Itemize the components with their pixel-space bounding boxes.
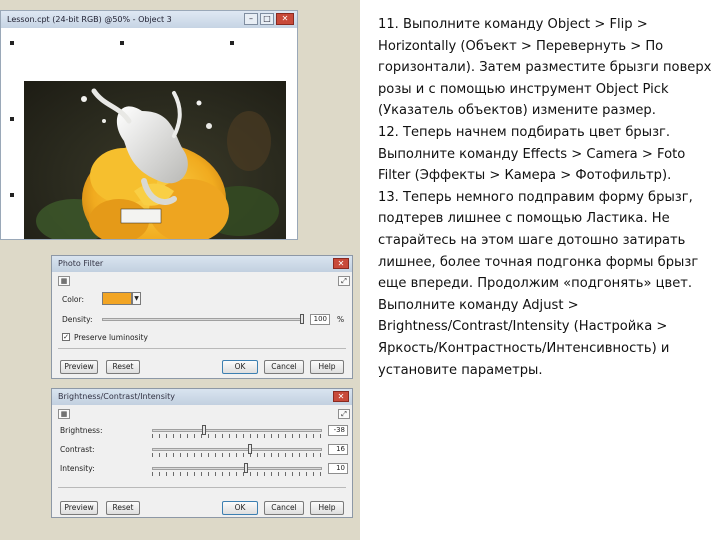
chevron-down-icon[interactable]: ▼ bbox=[132, 292, 141, 305]
help-button[interactable]: Help bbox=[310, 501, 344, 515]
preserve-luminosity-checkbox[interactable]: ✓ bbox=[62, 333, 70, 341]
cancel-button[interactable]: Cancel bbox=[264, 360, 304, 374]
preview-button[interactable]: Preview bbox=[60, 360, 98, 374]
contrast-input[interactable]: 16 bbox=[328, 444, 348, 455]
dialog-options-button[interactable]: ▦ bbox=[58, 409, 70, 419]
slider-ticks bbox=[152, 453, 322, 457]
preview-button[interactable]: Preview bbox=[60, 501, 98, 515]
brightness-contrast-intensity-dialog: Brightness/Contrast/Intensity ✕ ▦ ⤢ Brig… bbox=[51, 388, 353, 518]
dialog-title: Brightness/Contrast/Intensity bbox=[58, 392, 176, 401]
dialog-divider bbox=[58, 348, 346, 349]
color-swatch[interactable] bbox=[102, 292, 132, 305]
selection-handle[interactable] bbox=[10, 117, 14, 121]
intensity-slider-thumb[interactable] bbox=[244, 463, 248, 473]
slider-ticks bbox=[152, 434, 322, 438]
intensity-label: Intensity: bbox=[60, 464, 95, 473]
maximize-button[interactable]: □ bbox=[260, 13, 274, 25]
brightness-slider[interactable] bbox=[152, 429, 322, 432]
selection-handle[interactable] bbox=[10, 41, 14, 45]
selection-handle[interactable] bbox=[230, 41, 234, 45]
dialog-divider bbox=[58, 487, 346, 488]
reset-button[interactable]: Reset bbox=[106, 501, 140, 515]
density-unit: % bbox=[337, 315, 345, 324]
photo-filter-dialog: Photo Filter ✕ ▦ ⤢ Color: ▼ Density: 100… bbox=[51, 255, 353, 379]
intensity-slider[interactable] bbox=[152, 467, 322, 470]
contrast-slider-thumb[interactable] bbox=[248, 444, 252, 454]
instruction-text: 11. Выполните команду Object > Flip > Ho… bbox=[378, 14, 714, 381]
reset-button[interactable]: Reset bbox=[106, 360, 140, 374]
dialog-titlebar[interactable]: Photo Filter ✕ bbox=[52, 256, 352, 272]
image-canvas[interactable] bbox=[2, 29, 296, 239]
density-label: Density: bbox=[62, 315, 93, 324]
step-12-text: 12. Теперь начнем подбирать цвет брызг. … bbox=[378, 124, 686, 184]
color-label: Color: bbox=[62, 295, 84, 304]
dialog-expand-button[interactable]: ⤢ bbox=[338, 409, 350, 419]
step-11-text: 11. Выполните команду Object > Flip > Ho… bbox=[378, 17, 712, 119]
contrast-slider[interactable] bbox=[152, 448, 322, 451]
brightness-slider-thumb[interactable] bbox=[202, 425, 206, 435]
selection-handle[interactable] bbox=[10, 193, 14, 197]
density-slider-thumb[interactable] bbox=[300, 314, 304, 324]
close-button[interactable]: ✕ bbox=[333, 258, 349, 269]
ok-button[interactable]: OK bbox=[222, 360, 258, 374]
help-button[interactable]: Help bbox=[310, 360, 344, 374]
density-input[interactable]: 100 bbox=[310, 314, 330, 325]
close-button[interactable]: ✕ bbox=[276, 13, 294, 25]
ok-button[interactable]: OK bbox=[222, 501, 258, 515]
brightness-input[interactable]: -38 bbox=[328, 425, 348, 436]
image-window-titlebar[interactable]: Lesson.cpt (24-bit RGB) @50% - Object 3 … bbox=[1, 11, 297, 28]
slider-ticks bbox=[152, 472, 322, 476]
dialog-title: Photo Filter bbox=[58, 259, 104, 268]
minimize-button[interactable]: – bbox=[244, 13, 258, 25]
dialog-titlebar[interactable]: Brightness/Contrast/Intensity ✕ bbox=[52, 389, 352, 405]
window-controls: – □ ✕ bbox=[244, 13, 294, 25]
dialog-options-button[interactable]: ▦ bbox=[58, 276, 70, 286]
selection-handle[interactable] bbox=[120, 41, 124, 45]
image-window: Lesson.cpt (24-bit RGB) @50% - Object 3 … bbox=[0, 10, 298, 240]
intensity-input[interactable]: 10 bbox=[328, 463, 348, 474]
brightness-label: Brightness: bbox=[60, 426, 103, 435]
rose-photo[interactable] bbox=[24, 81, 286, 239]
contrast-label: Contrast: bbox=[60, 445, 95, 454]
dialog-expand-button[interactable]: ⤢ bbox=[338, 276, 350, 286]
step-13-text: 13. Теперь немного подправим форму брызг… bbox=[378, 189, 699, 378]
rose-splash-image bbox=[36, 88, 279, 239]
preserve-luminosity-label: Preserve luminosity bbox=[74, 333, 148, 342]
cancel-button[interactable]: Cancel bbox=[264, 501, 304, 515]
close-button[interactable]: ✕ bbox=[333, 391, 349, 402]
density-slider[interactable] bbox=[102, 318, 304, 321]
image-window-title: Lesson.cpt (24-bit RGB) @50% - Object 3 bbox=[7, 15, 172, 24]
